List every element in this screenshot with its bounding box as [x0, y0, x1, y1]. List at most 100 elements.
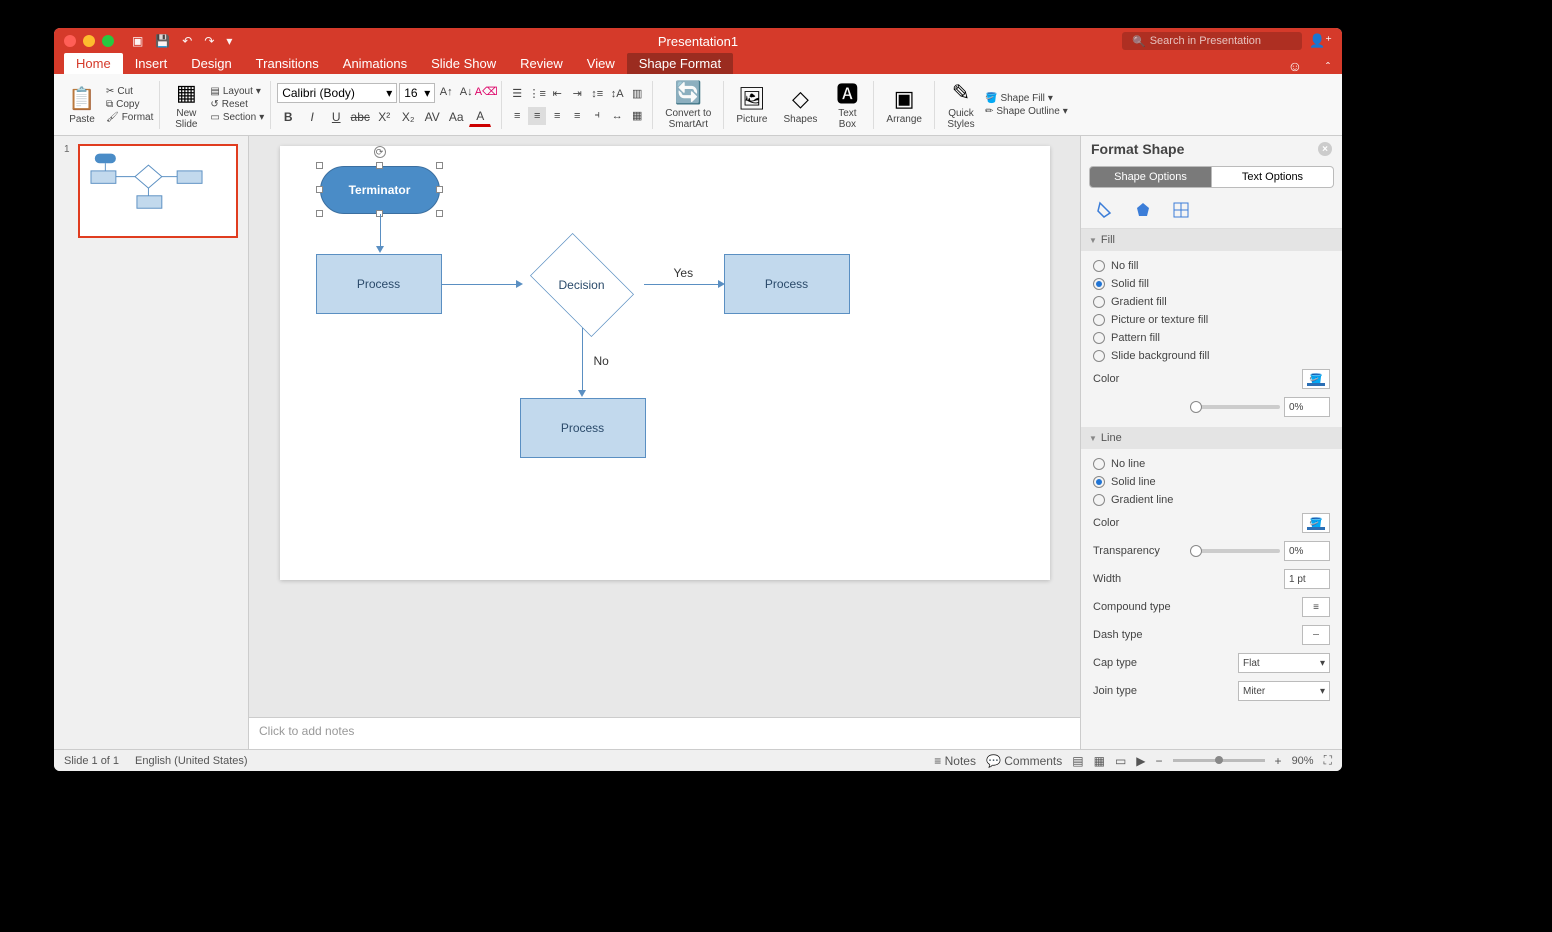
quick-styles-button[interactable]: ✎ Quick Styles	[941, 77, 981, 133]
reading-view-icon[interactable]: ▭	[1115, 754, 1126, 768]
join-type-select[interactable]: Miter▾	[1238, 681, 1330, 701]
tab-home[interactable]: Home	[64, 53, 123, 74]
textbox-button[interactable]: 🅰 Text Box	[827, 77, 867, 133]
slide-canvas[interactable]: Terminator ⟳ Process	[249, 136, 1080, 717]
tab-design[interactable]: Design	[179, 53, 243, 74]
cap-type-select[interactable]: Flat▾	[1238, 653, 1330, 673]
selection-handle[interactable]	[436, 210, 443, 217]
redo-icon[interactable]: ↷	[204, 34, 214, 48]
line-section-header[interactable]: Line	[1081, 427, 1342, 449]
decrease-font-button[interactable]: A↓	[457, 83, 475, 101]
shape-terminator[interactable]: Terminator	[320, 166, 440, 214]
slide-thumbnail-1[interactable]	[78, 144, 238, 238]
paste-button[interactable]: Paste	[69, 114, 95, 125]
layout-button[interactable]: ▤Layout ▾	[210, 86, 264, 97]
share-icon[interactable]: 👤⁺	[1309, 33, 1332, 49]
bullets-button[interactable]: ☰	[508, 85, 526, 103]
line-transparency-input[interactable]: 0%	[1284, 541, 1330, 561]
new-slide-group[interactable]: ▦ New Slide	[166, 77, 206, 133]
collapse-ribbon-icon[interactable]: ˆ	[1326, 60, 1330, 74]
selection-handle[interactable]	[436, 162, 443, 169]
solid-fill-radio[interactable]: Solid fill	[1093, 275, 1330, 293]
minimize-window-icon[interactable]	[83, 35, 95, 47]
columns-button[interactable]: ▥	[628, 85, 646, 103]
justify-button[interactable]: ≡	[568, 107, 586, 125]
compound-type-button[interactable]: ≡	[1302, 597, 1330, 617]
text-direction-button[interactable]: ↕A	[608, 85, 626, 103]
fill-color-button[interactable]: 🪣	[1302, 369, 1330, 389]
align-right-button[interactable]: ≡	[548, 107, 566, 125]
selection-handle[interactable]	[316, 186, 323, 193]
italic-button[interactable]: I	[301, 107, 323, 127]
tab-review[interactable]: Review	[508, 53, 575, 74]
change-case-button[interactable]: Aa	[445, 107, 467, 127]
connector[interactable]	[644, 284, 722, 285]
selection-handle[interactable]	[316, 162, 323, 169]
autosave-icon[interactable]: ▣	[132, 34, 143, 48]
fill-section-header[interactable]: Fill	[1081, 229, 1342, 251]
search-input[interactable]: 🔍 Search in Presentation	[1122, 32, 1302, 50]
shape-options-tab[interactable]: Shape Options	[1089, 166, 1212, 188]
numbering-button[interactable]: ⋮≡	[528, 85, 546, 103]
shape-process-3[interactable]: Process	[520, 398, 646, 458]
connector[interactable]	[582, 328, 583, 394]
subscript-button[interactable]: X₂	[397, 107, 419, 127]
font-size-select[interactable]: 16▾	[399, 83, 435, 103]
fill-line-tab-icon[interactable]	[1095, 200, 1115, 220]
gradient-line-radio[interactable]: Gradient line	[1093, 491, 1330, 509]
pattern-fill-radio[interactable]: Pattern fill	[1093, 329, 1330, 347]
section-button[interactable]: ▭Section ▾	[210, 112, 264, 123]
sorter-view-icon[interactable]: ▦	[1094, 754, 1105, 768]
connector[interactable]	[380, 214, 381, 250]
align-text-button[interactable]: ↔	[608, 107, 626, 125]
fill-transparency-slider[interactable]	[1190, 405, 1280, 409]
zoom-level[interactable]: 90%	[1292, 755, 1314, 767]
convert-smartart-button[interactable]: 🔄 Convert to SmartArt	[659, 77, 717, 133]
align-center-button[interactable]: ≡	[528, 107, 546, 125]
normal-view-icon[interactable]: ▤	[1072, 754, 1083, 768]
shape-process-1[interactable]: Process	[316, 254, 442, 314]
tab-view[interactable]: View	[575, 53, 627, 74]
align-left-button[interactable]: ≡	[508, 107, 526, 125]
underline-button[interactable]: U	[325, 107, 347, 127]
indent-button[interactable]: ⇥	[568, 85, 586, 103]
shape-process-2[interactable]: Process	[724, 254, 850, 314]
tab-transitions[interactable]: Transitions	[244, 53, 331, 74]
line-color-button[interactable]: 🪣	[1302, 513, 1330, 533]
smartart-convert-button[interactable]: ▦	[628, 107, 646, 125]
solid-line-radio[interactable]: Solid line	[1093, 473, 1330, 491]
effects-tab-icon[interactable]	[1133, 200, 1153, 220]
spacing-button[interactable]: AV	[421, 107, 443, 127]
save-icon[interactable]: 💾	[155, 34, 170, 48]
rotate-handle-icon[interactable]: ⟳	[374, 146, 386, 158]
close-pane-icon[interactable]: ×	[1318, 142, 1332, 156]
language-indicator[interactable]: English (United States)	[135, 755, 248, 767]
notes-toggle[interactable]: ≡ Notes	[934, 754, 976, 768]
size-tab-icon[interactable]	[1171, 200, 1191, 220]
fit-view-icon[interactable]: ⛶	[1324, 753, 1332, 768]
shapes-button[interactable]: ◇ Shapes	[777, 77, 823, 133]
qat-more-icon[interactable]: ▾	[226, 34, 232, 48]
line-spacing-button[interactable]: ↕≡	[588, 85, 606, 103]
clear-format-button[interactable]: A⌫	[477, 83, 495, 101]
increase-font-button[interactable]: A↑	[437, 83, 455, 101]
shape-outline-button[interactable]: ✏Shape Outline ▾	[985, 106, 1068, 117]
reset-button[interactable]: ↺Reset	[210, 99, 264, 110]
gradient-fill-radio[interactable]: Gradient fill	[1093, 293, 1330, 311]
zoom-in-button[interactable]: +	[1275, 754, 1282, 768]
picture-fill-radio[interactable]: Picture or texture fill	[1093, 311, 1330, 329]
font-name-select[interactable]: Calibri (Body)▾	[277, 83, 397, 103]
selection-handle[interactable]	[376, 162, 383, 169]
fill-transparency-input[interactable]: 0%	[1284, 397, 1330, 417]
clipboard-icon[interactable]: 📋	[68, 85, 96, 113]
strike-button[interactable]: abc	[349, 107, 371, 127]
comments-toggle[interactable]: 💬 Comments	[986, 754, 1062, 768]
no-line-radio[interactable]: No line	[1093, 455, 1330, 473]
line-width-input[interactable]: 1 pt	[1284, 569, 1330, 589]
feedback-icon[interactable]: ☺	[1288, 58, 1302, 74]
shape-fill-button[interactable]: 🪣Shape Fill ▾	[985, 93, 1068, 104]
close-window-icon[interactable]	[64, 35, 76, 47]
no-fill-radio[interactable]: No fill	[1093, 257, 1330, 275]
selection-handle[interactable]	[316, 210, 323, 217]
maximize-window-icon[interactable]	[102, 35, 114, 47]
